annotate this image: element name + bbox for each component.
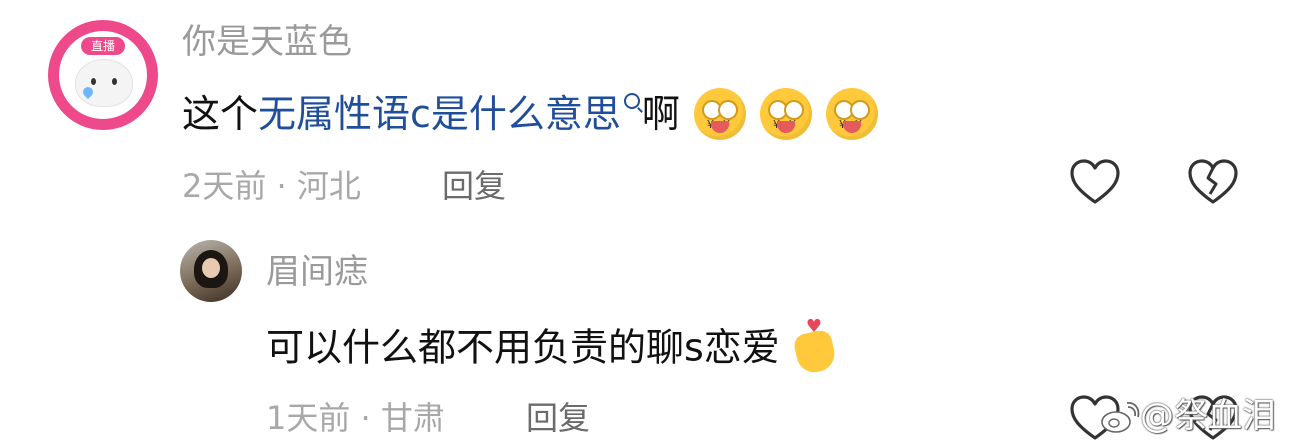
watermark: @祭血泪 [1100,396,1276,436]
reply-username[interactable]: 眉间痣 [266,252,368,292]
weibo-logo-icon [1101,401,1140,433]
finger-heart-emoji-icon: ♥ [792,318,840,376]
money-eyes-emoji-icon [693,87,746,149]
avatar-image: 直播 [59,31,147,119]
search-keyword-link[interactable]: 无属性语c是什么意思 [258,92,621,136]
bun-character-icon [75,59,133,107]
live-badge: 直播 [81,37,125,55]
reply-meta: 1天前 · 甘肃 [266,399,445,437]
reply-button[interactable]: 回复 [442,166,506,206]
username[interactable]: 你是天蓝色 [182,22,352,62]
dislike-broken-heart-icon[interactable] [1186,156,1240,210]
comment-text-before: 这个 [182,92,259,136]
reply-button[interactable]: 回复 [526,398,590,438]
search-icon[interactable] [623,93,640,109]
avatar-face [202,258,220,278]
reply-avatar[interactable] [180,240,242,302]
money-eyes-emoji-icon [825,87,878,149]
reply-comment-body: 可以什么都不用负责的聊s恋爱 [266,325,780,370]
like-heart-icon[interactable] [1068,156,1122,210]
reply-comment-text: 可以什么都不用负责的聊s恋爱 ♥ [266,318,840,378]
money-eyes-emoji-icon [759,87,812,149]
comment-text-after: 啊 [641,92,680,136]
avatar[interactable]: 直播 [48,20,158,130]
comment-text: 这个无属性语c是什么意思啊 [182,87,878,149]
comment-meta: 2天前 · 河北 [182,167,361,205]
watermark-text: @祭血泪 [1140,396,1276,436]
